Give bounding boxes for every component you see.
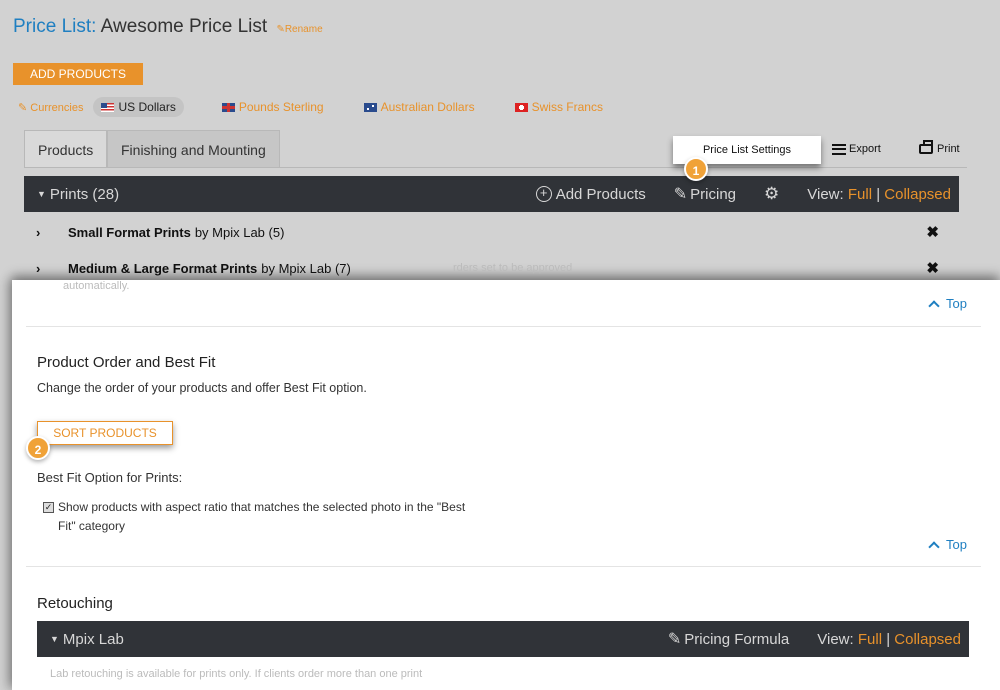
best-fit-checkbox-row[interactable]: ✓ Show products with aspect ratio that m… — [43, 498, 468, 536]
top-label: Top — [946, 296, 967, 311]
add-products-action[interactable]: + Add Products — [535, 185, 646, 203]
rename-link[interactable]: ✎Rename — [276, 24, 322, 35]
view-separator: | — [876, 185, 881, 203]
checkbox-label: Show products with aspect ratio that mat… — [58, 500, 466, 533]
export-button[interactable]: Export — [832, 143, 881, 155]
section-title: Retouching — [37, 595, 113, 612]
currency-pounds-sterling[interactable]: Pounds Sterling — [221, 100, 324, 114]
currencies-link[interactable]: ✎ Currencies — [18, 101, 83, 114]
product-vendor: by Mpix Lab (7) — [261, 260, 351, 276]
price-list-name: Awesome Price List — [100, 16, 268, 37]
prints-category-bar: ▼ Prints (28) + Add Products ✎ Pricing ⚙ V… — [24, 176, 959, 212]
currency-australian-dollars[interactable]: Australian Dollars — [363, 100, 475, 114]
divider — [26, 326, 981, 327]
remove-icon[interactable]: ✖ — [926, 259, 939, 277]
faded-text: rders set to be approved — [453, 262, 573, 274]
currency-selector: ✎ Currencies US Dollars Pounds Sterling … — [18, 94, 643, 120]
printer-icon — [919, 140, 933, 154]
section-title: Product Order and Best Fit — [37, 354, 216, 371]
caret-down-icon[interactable]: ▼ — [37, 189, 46, 199]
chevron-up-icon — [928, 300, 940, 312]
product-vendor: by Mpix Lab (5) — [194, 224, 285, 240]
view-label: View: — [807, 185, 844, 203]
tab-products[interactable]: Products — [24, 130, 108, 168]
checkbox[interactable]: ✓ — [43, 502, 54, 513]
currency-us-dollars[interactable]: US Dollars — [93, 97, 184, 117]
caret-down-icon[interactable]: ▼ — [50, 634, 59, 644]
chevron-right-icon[interactable]: › — [24, 225, 68, 240]
pencil-icon: ✎ — [276, 24, 285, 35]
pencil-icon: ✎ — [667, 631, 682, 648]
currency-label: Pounds Sterling — [238, 100, 324, 114]
category-actions: + Add Products ✎ Pricing ⚙ View: Full | Co… — [508, 176, 951, 212]
add-products-label: Add Products — [555, 185, 646, 203]
print-button[interactable]: Print — [919, 140, 960, 155]
callout-badge-2: 2 — [26, 436, 50, 460]
remove-icon[interactable]: ✖ — [926, 223, 939, 241]
pricing-formula-action[interactable]: ✎ Pricing Formula — [668, 629, 789, 649]
chevron-right-icon[interactable]: › — [24, 261, 68, 276]
rename-label: Rename — [284, 24, 323, 35]
top-link[interactable]: Top — [928, 537, 967, 553]
view-collapsed-link[interactable]: Collapsed — [884, 186, 951, 203]
currency-label: Swiss Francs — [531, 100, 603, 114]
section-description: Change the order of your products and of… — [37, 381, 367, 395]
pricing-action[interactable]: ✎ Pricing — [674, 184, 736, 204]
view-full-link[interactable]: Full — [858, 631, 882, 648]
tab-finishing-and-mounting[interactable]: Finishing and Mounting — [107, 130, 280, 168]
pricing-label: Pricing — [690, 185, 737, 203]
uk-flag-icon — [221, 102, 235, 112]
view-full-link[interactable]: Full — [848, 186, 872, 203]
currency-label: Australian Dollars — [380, 100, 475, 114]
faded-text: Lab retouching is available for prints o… — [50, 668, 423, 680]
view-toggle: View: Full | Collapsed — [817, 631, 961, 648]
pencil-icon: ✎ — [18, 101, 28, 114]
title-prefix: Price List: — [13, 16, 97, 37]
callout-badge-1: 1 — [684, 157, 708, 181]
export-label: Export — [849, 143, 881, 155]
currencies-label: Currencies — [30, 101, 84, 114]
us-flag-icon — [101, 102, 115, 112]
faded-text: automatically. — [63, 280, 130, 292]
category-title[interactable]: Prints (28) — [50, 186, 119, 203]
product-name: Small Format Prints — [68, 224, 191, 240]
view-label: View: — [817, 630, 854, 648]
retouching-vendor-bar: ▼ Mpix Lab ✎ Pricing Formula View: Full |… — [37, 621, 969, 657]
top-link[interactable]: Top — [928, 296, 967, 312]
view-collapsed-link[interactable]: Collapsed — [894, 631, 961, 648]
australia-flag-icon — [363, 102, 377, 112]
sort-products-button[interactable]: SORT PRODUCTS — [37, 421, 173, 445]
view-separator: | — [886, 630, 891, 648]
pencil-icon: ✎ — [673, 186, 688, 203]
vendor-title[interactable]: Mpix Lab — [63, 631, 124, 648]
page-title: Price List: Awesome Price List ✎Rename — [13, 16, 323, 38]
tab-divider — [24, 167, 967, 168]
currency-swiss-francs[interactable]: Swiss Francs — [514, 100, 603, 114]
add-products-button[interactable]: ADD PRODUCTS — [13, 63, 143, 85]
view-toggle: View: Full | Collapsed — [807, 186, 951, 203]
pricing-formula-label: Pricing Formula — [684, 630, 790, 648]
print-label: Print — [937, 143, 960, 155]
menu-icon — [832, 143, 846, 155]
gear-icon[interactable]: ⚙ — [764, 184, 779, 204]
top-label: Top — [946, 537, 967, 552]
chevron-up-icon — [928, 541, 940, 553]
currency-label: US Dollars — [118, 100, 176, 114]
divider — [26, 566, 981, 567]
vendor-actions: ✎ Pricing Formula View: Full | Collapsed — [640, 621, 961, 657]
product-row[interactable]: › Small Format Prints by Mpix Lab (5) ✖ — [24, 217, 959, 247]
swiss-flag-icon — [514, 102, 528, 112]
product-name: Medium & Large Format Prints — [68, 260, 258, 276]
best-fit-label: Best Fit Option for Prints: — [37, 470, 183, 485]
plus-circle-icon: + — [535, 186, 552, 202]
